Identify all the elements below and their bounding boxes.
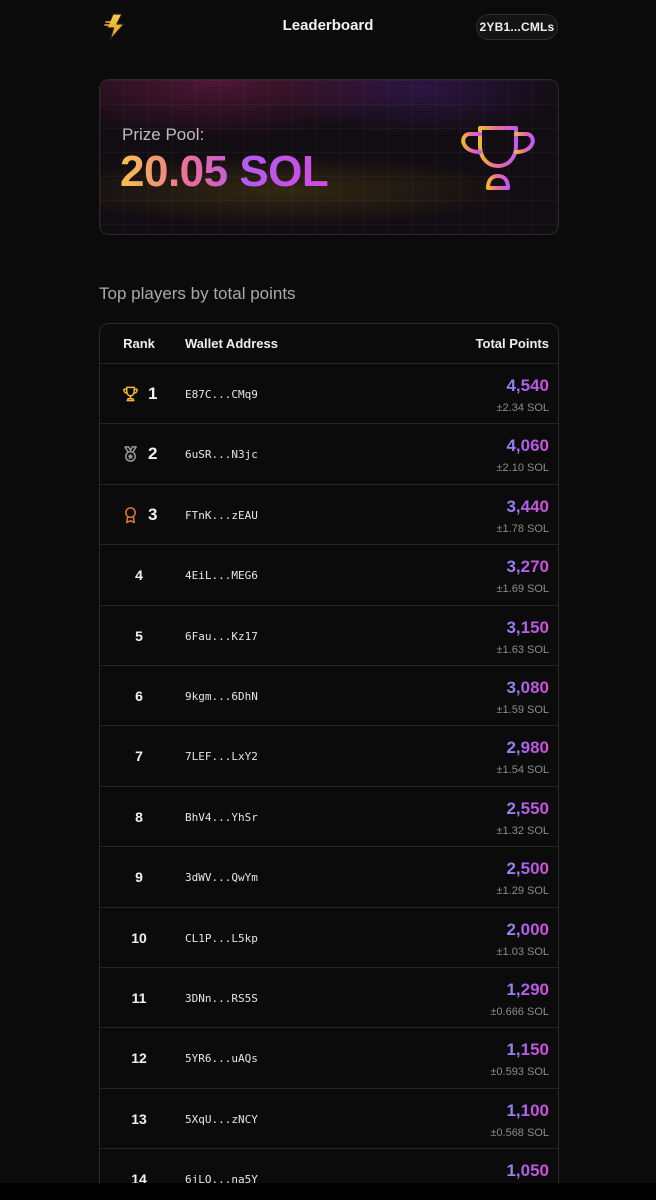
table-row[interactable]: 10 CL1P...L5kp 2,000 ±1.03 SOL	[100, 908, 558, 968]
trophy-icon	[461, 126, 535, 190]
total-points: 1,150	[506, 1040, 549, 1060]
table-row[interactable]: 4 4EiL...MEG6 3,270 ±1.69 SOL	[100, 545, 558, 606]
bottom-edge-bar	[0, 1183, 656, 1200]
wallet-connect-button[interactable]: 2YB1...CMLs	[476, 14, 558, 40]
rank-number: 8	[135, 808, 143, 825]
rank-number: 4	[135, 567, 143, 584]
table-row[interactable]: 13 5XqU...zNCY 1,100 ±0.568 SOL	[100, 1089, 558, 1150]
sol-estimate: ±0.568 SOL	[490, 1126, 549, 1139]
sol-estimate: ±1.03 SOL	[496, 945, 549, 958]
rank-badge: 1	[122, 384, 158, 403]
prize-pool-label: Prize Pool:	[122, 125, 205, 144]
sol-estimate: ±0.593 SOL	[490, 1066, 549, 1079]
column-header-wallet: Wallet Address	[185, 336, 278, 351]
wallet-address: E87C...CMq9	[185, 388, 258, 401]
rank-number: 6	[135, 687, 143, 704]
table-row[interactable]: 8 BhV4...YhSr 2,550 ±1.32 SOL	[100, 787, 558, 848]
wallet-address: CL1P...L5kp	[185, 931, 258, 945]
rank-number: 9	[135, 869, 143, 886]
wallet-address: 9kgm...6DhN	[185, 689, 258, 703]
wallet-address: 5XqU...zNCY	[185, 1112, 258, 1126]
prize-pool-card: Prize Pool: 20.05 SOL	[99, 79, 559, 235]
rank-cell: 2	[100, 424, 178, 484]
table-row[interactable]: 9 3dWV...QwYm 2,500 ±1.29 SOL	[100, 847, 558, 908]
wallet-address: 7LEF...LxY2	[185, 750, 258, 764]
bronze-award-icon	[125, 506, 136, 524]
rank-number: 2	[148, 444, 158, 464]
sol-estimate: ±1.32 SOL	[496, 824, 549, 837]
rank-cell: 1	[100, 364, 178, 424]
wallet-address: FTnK...zEAU	[185, 508, 258, 522]
table-header: Rank Wallet Address Total Points	[100, 324, 558, 364]
leaderboard-table: Rank Wallet Address Total Points 1 E87C.…	[99, 323, 559, 1200]
column-header-points: Total Points	[475, 336, 549, 351]
column-header-rank: Rank	[123, 336, 155, 351]
trophy-icon	[123, 386, 138, 402]
table-row[interactable]: 5 6Fau...Kz17 3,150 ±1.63 SOL	[100, 606, 558, 666]
wallet-address: BhV4...YhSr	[185, 810, 258, 824]
rank-number: 11	[131, 989, 147, 1006]
total-points: 1,290	[506, 979, 549, 999]
sol-estimate: ±2.10 SOL	[496, 462, 549, 475]
rank-badge: 3	[122, 504, 158, 524]
total-points: 3,440	[506, 496, 549, 516]
sol-estimate: ±1.69 SOL	[496, 583, 549, 596]
sol-estimate: ±1.29 SOL	[496, 885, 549, 898]
prize-pool-value: 20.05 SOL	[120, 147, 329, 196]
sol-estimate: ±1.54 SOL	[496, 764, 549, 777]
section-title: Top players by total points	[99, 284, 296, 303]
rank-number: 1	[148, 384, 158, 403]
table-row[interactable]: 6 9kgm...6DhN 3,080 ±1.59 SOL	[100, 666, 558, 727]
rank-number: 13	[131, 1110, 147, 1127]
wallet-address: 4EiL...MEG6	[185, 569, 258, 583]
sol-estimate: ±1.63 SOL	[496, 643, 549, 656]
wallet-address: 3dWV...QwYm	[185, 871, 258, 885]
silver-medal-icon	[124, 446, 137, 463]
total-points: 3,270	[506, 557, 549, 577]
sol-estimate: ±2.34 SOL	[496, 402, 549, 414]
wallet-address: 6uSR...N3jc	[185, 448, 258, 462]
total-points: 4,060	[506, 436, 549, 456]
table-row[interactable]: 12 5YR6...uAQs 1,150 ±0.593 SOL	[100, 1028, 558, 1089]
top-bar: Leaderboard 2YB1...CMLs	[0, 0, 656, 56]
total-points: 3,150	[506, 617, 549, 637]
total-points: 2,980	[506, 738, 549, 758]
total-points: 2,000	[506, 919, 549, 939]
rank-number: 12	[131, 1050, 147, 1067]
rank-cell: 3	[100, 485, 178, 545]
wallet-address: 3DNn...RS5S	[185, 991, 258, 1005]
total-points: 2,550	[506, 798, 549, 818]
total-points: 4,540	[506, 376, 549, 395]
table-row[interactable]: 1 E87C...CMq9 4,540 ±2.34 SOL	[100, 364, 558, 425]
wallet-address: 6Fau...Kz17	[185, 629, 258, 643]
rank-number: 7	[135, 748, 143, 765]
table-row[interactable]: 3 FTnK...zEAU 3,440 ±1.78 SOL	[100, 485, 558, 546]
wallet-address: 5YR6...uAQs	[185, 1052, 258, 1066]
total-points: 1,050	[506, 1161, 549, 1181]
table-row[interactable]: 11 3DNn...RS5S 1,290 ±0.666 SOL	[100, 968, 558, 1029]
sol-estimate: ±1.59 SOL	[496, 703, 549, 716]
total-points: 2,500	[506, 859, 549, 879]
table-row[interactable]: 7 7LEF...LxY2 2,980 ±1.54 SOL	[100, 726, 558, 787]
rank-number: 5	[135, 627, 143, 644]
total-points: 1,100	[506, 1100, 549, 1120]
table-row[interactable]: 2 6uSR...N3jc 4,060 ±2.10 SOL	[100, 424, 558, 485]
sol-estimate: ±0.666 SOL	[490, 1005, 549, 1018]
total-points: 3,080	[506, 677, 549, 697]
rank-number: 10	[131, 929, 147, 946]
rank-badge: 2	[122, 444, 158, 464]
sol-estimate: ±1.78 SOL	[496, 522, 549, 535]
rank-number: 3	[148, 504, 158, 524]
